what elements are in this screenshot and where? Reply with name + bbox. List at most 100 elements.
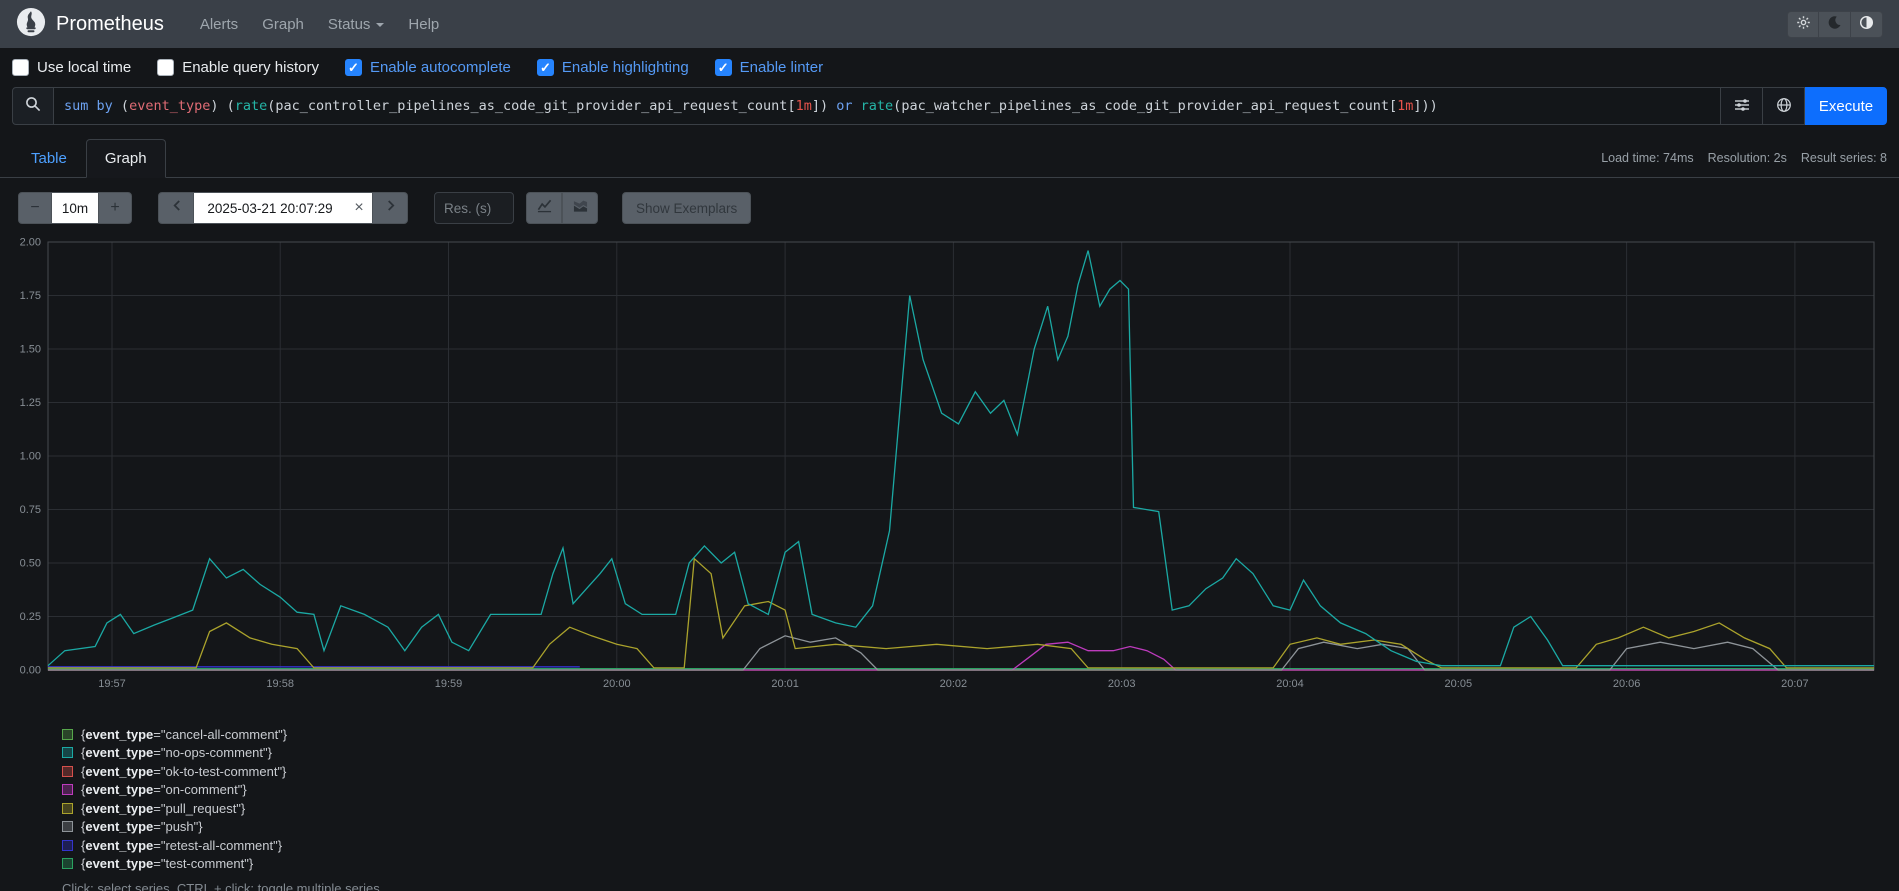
contrast-icon	[1859, 15, 1874, 33]
query-options-row: Use local timeEnable query history✓Enabl…	[0, 48, 1899, 85]
checkbox-unchecked-icon[interactable]	[157, 59, 174, 76]
nav-link-graph[interactable]: Graph	[252, 8, 314, 41]
query-token: rate	[235, 98, 268, 114]
svg-text:20:05: 20:05	[1445, 678, 1473, 690]
legend-label: {event_type="cancel-all-comment"}	[81, 727, 287, 742]
tune-icon	[1734, 97, 1750, 116]
option-enable-highlighting[interactable]: ✓Enable highlighting	[537, 59, 689, 76]
graph-panel: 0.000.250.500.751.001.251.501.752.0019:5…	[0, 228, 1899, 703]
query-token: pac_watcher_pipelines_as_code_git_provid…	[901, 98, 1389, 114]
checkbox-unchecked-icon[interactable]	[12, 59, 29, 76]
stacked-chart-icon	[573, 198, 588, 218]
clear-time-button[interactable]: ×	[346, 193, 372, 223]
legend-item-cancel-all-comment[interactable]: {event_type="cancel-all-comment"}	[62, 725, 1899, 744]
line-chart-toggle[interactable]	[526, 192, 562, 224]
option-enable-query-history[interactable]: Enable query history	[157, 59, 319, 76]
query-token: rate	[861, 98, 894, 114]
option-enable-autocomplete[interactable]: ✓ Enable autocomplete	[345, 59, 511, 76]
query-stats: Load time: 74ms Resolution: 2s Result se…	[1601, 151, 1887, 177]
dark-theme-button[interactable]	[1819, 11, 1851, 38]
show-exemplars-button[interactable]: Show Exemplars	[622, 192, 751, 224]
query-token: (	[113, 98, 129, 114]
auto-theme-button[interactable]	[1851, 11, 1883, 38]
series-line-pull_request	[48, 559, 1874, 668]
checkbox-checked-icon[interactable]: ✓	[715, 59, 732, 76]
legend-item-no-ops-comment[interactable]: {event_type="no-ops-comment"}	[62, 744, 1899, 763]
legend-label: {event_type="pull_request"}	[81, 801, 245, 816]
svg-text:20:06: 20:06	[1613, 678, 1641, 690]
tab-graph[interactable]: Graph	[86, 139, 166, 178]
chart-type-group	[526, 192, 598, 224]
moon-icon	[1827, 15, 1842, 33]
brand[interactable]: Prometheus	[16, 7, 164, 42]
legend-item-ok-to-test-comment[interactable]: {event_type="ok-to-test-comment"}	[62, 762, 1899, 781]
legend-item-test-comment[interactable]: {event_type="test-comment"}	[62, 855, 1899, 874]
result-tabs-row: Table Graph Load time: 74ms Resolution: …	[0, 139, 1899, 178]
svg-text:0.25: 0.25	[20, 611, 41, 623]
previous-time-button[interactable]	[158, 192, 194, 224]
legend-swatch-icon	[62, 803, 73, 814]
query-token	[828, 98, 836, 114]
theme-button-group	[1787, 11, 1883, 38]
option-use-local-time[interactable]: Use local time	[12, 59, 131, 76]
legend-label: {event_type="retest-all-comment"}	[81, 838, 282, 853]
nav-link-alerts[interactable]: Alerts	[190, 8, 248, 41]
chevron-right-icon	[386, 199, 395, 217]
graph-controls-row: − + ×	[0, 178, 1899, 228]
app-title: Prometheus	[56, 13, 164, 36]
series-line-no-ops-comment	[48, 251, 1874, 666]
svg-text:0.50: 0.50	[20, 558, 41, 570]
line-chart-icon	[537, 198, 552, 218]
decrease-range-button[interactable]: −	[18, 192, 52, 224]
option-label: Enable autocomplete	[370, 59, 511, 76]
nav-link-help[interactable]: Help	[398, 8, 449, 41]
datetime-box: ×	[194, 192, 372, 224]
next-time-button[interactable]	[372, 192, 408, 224]
resolution-stat: Resolution: 2s	[1708, 151, 1787, 165]
settings-button[interactable]	[1787, 11, 1819, 38]
range-input[interactable]	[52, 192, 98, 224]
checkbox-checked-icon[interactable]: ✓	[345, 59, 362, 76]
query-token: [	[787, 98, 795, 114]
checkbox-checked-icon[interactable]: ✓	[537, 59, 554, 76]
legend-swatch-icon	[62, 858, 73, 869]
legend-item-pull_request[interactable]: {event_type="pull_request"}	[62, 799, 1899, 818]
resolution-input[interactable]	[434, 192, 514, 224]
svg-text:1.00: 1.00	[20, 451, 41, 463]
gear-icon	[1796, 15, 1811, 33]
stacked-chart-toggle[interactable]	[562, 192, 598, 224]
load-time-stat: Load time: 74ms	[1601, 151, 1693, 165]
globe-icon	[1776, 97, 1792, 116]
nav-link-status[interactable]: Status	[318, 8, 395, 41]
time-series-chart[interactable]: 0.000.250.500.751.001.251.501.752.0019:5…	[12, 236, 1884, 698]
svg-text:1.25: 1.25	[20, 397, 41, 409]
end-time-input[interactable]	[194, 193, 346, 223]
range-group: − +	[18, 192, 132, 224]
legend-label: {event_type="no-ops-comment"}	[81, 745, 272, 760]
execute-button[interactable]: Execute	[1805, 87, 1887, 125]
option-enable-linter[interactable]: ✓Enable linter	[715, 59, 823, 76]
svg-text:19:59: 19:59	[435, 678, 463, 690]
chevron-left-icon	[172, 199, 181, 217]
chevron-down-icon	[376, 23, 384, 27]
svg-text:20:00: 20:00	[603, 678, 631, 690]
svg-text:0.00: 0.00	[20, 665, 41, 677]
legend-swatch-icon	[62, 747, 73, 758]
legend-item-push[interactable]: {event_type="push"}	[62, 818, 1899, 837]
svg-text:1.50: 1.50	[20, 344, 41, 356]
legend-item-on-comment[interactable]: {event_type="on-comment"}	[62, 781, 1899, 800]
legend-item-retest-all-comment[interactable]: {event_type="retest-all-comment"}	[62, 836, 1899, 855]
query-tree-button[interactable]	[1721, 87, 1763, 125]
increase-range-button[interactable]: +	[98, 192, 132, 224]
query-token: [	[1389, 98, 1397, 114]
tab-table[interactable]: Table	[12, 139, 86, 178]
query-token: ]))	[1413, 98, 1437, 114]
legend-swatch-icon	[62, 840, 73, 851]
query-token: (	[893, 98, 901, 114]
query-token: (	[267, 98, 275, 114]
query-expression-input[interactable]: sum by (event_type) (rate(pac_controller…	[54, 87, 1721, 125]
top-navbar: Prometheus AlertsGraphStatusHelp	[0, 0, 1899, 48]
legend-swatch-icon	[62, 784, 73, 795]
metrics-explorer-button[interactable]	[1763, 87, 1805, 125]
svg-text:20:03: 20:03	[1108, 678, 1136, 690]
